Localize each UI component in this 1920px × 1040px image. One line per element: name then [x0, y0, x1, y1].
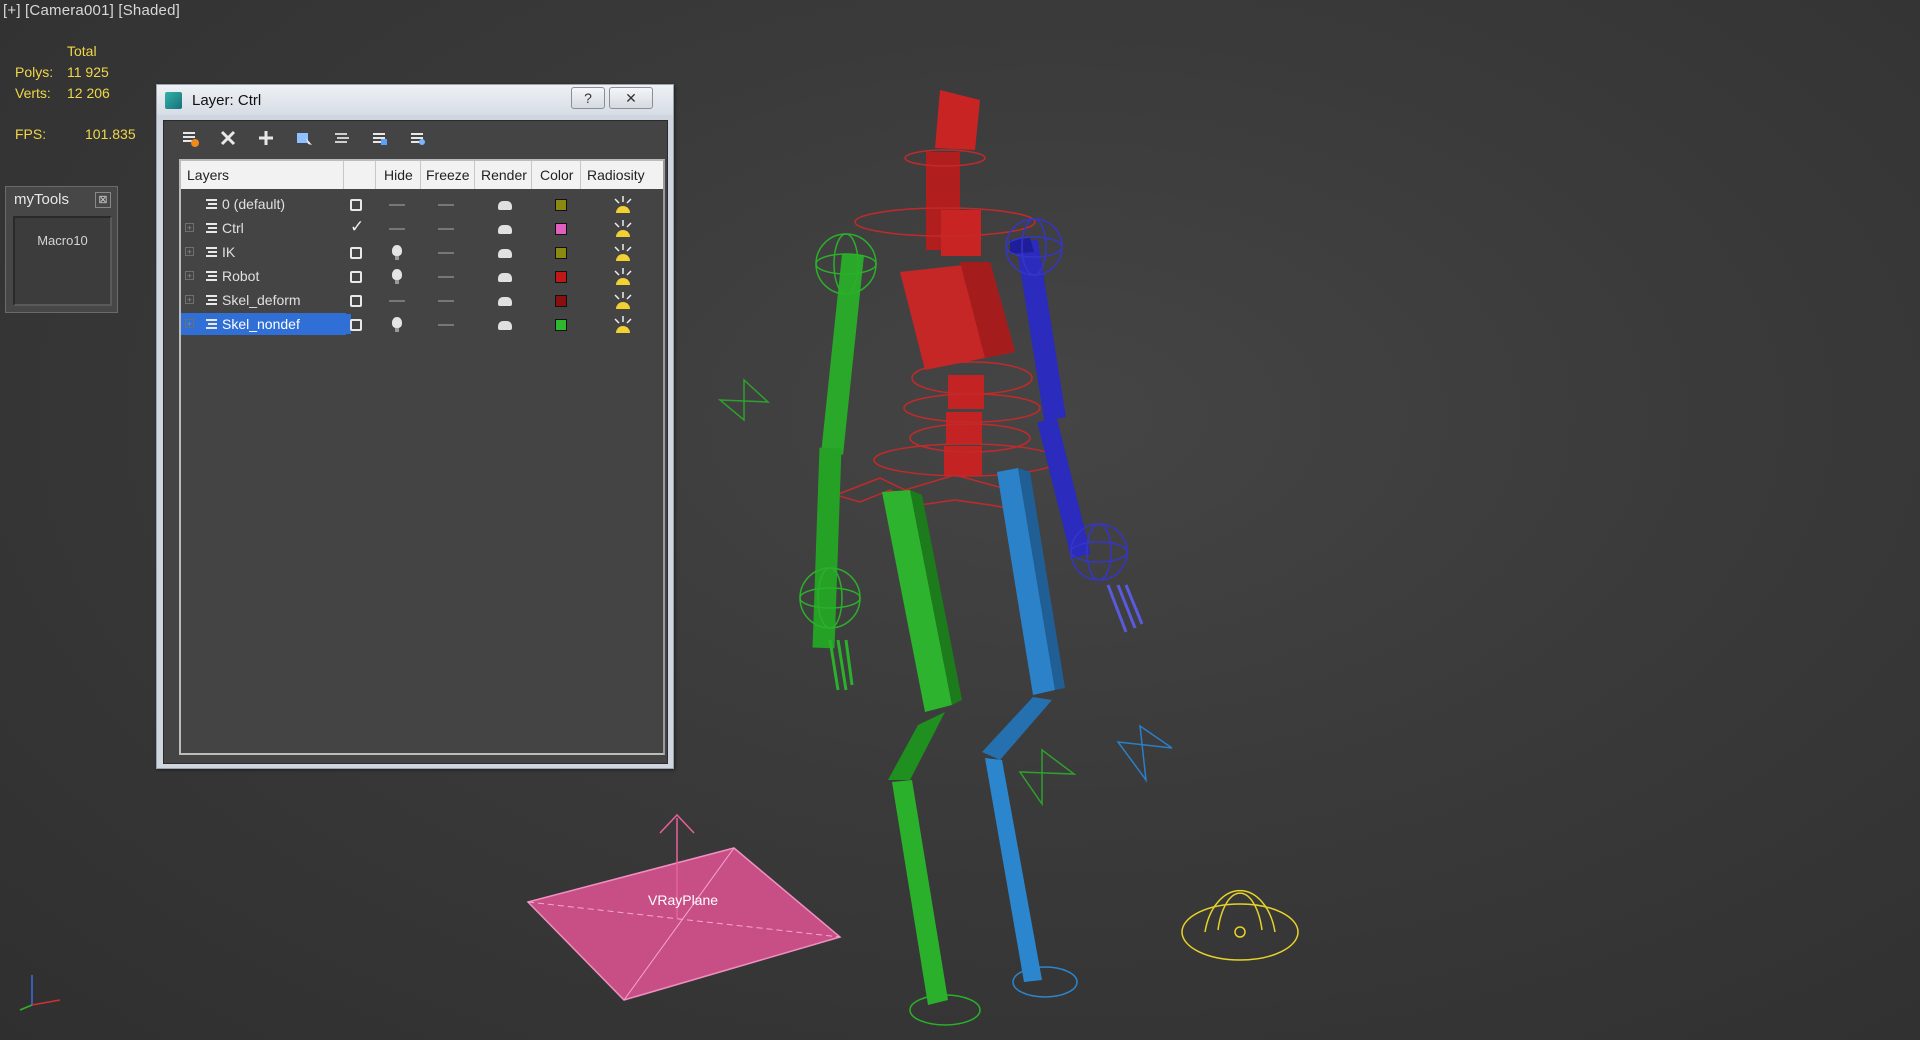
- expand-icon[interactable]: +: [185, 271, 194, 281]
- freeze-toggle[interactable]: [438, 324, 454, 326]
- close-button[interactable]: ✕: [609, 87, 653, 109]
- layer-color-swatch[interactable]: [555, 271, 567, 283]
- layer-color-swatch[interactable]: [555, 199, 567, 211]
- hide-toggle[interactable]: [389, 228, 405, 230]
- radiosity-sun-icon[interactable]: [612, 291, 634, 311]
- right-leg[interactable]: [982, 468, 1078, 998]
- radiosity-sun-icon[interactable]: [612, 219, 634, 239]
- layer-list-header: Layers Hide Freeze Render Color Radiosit…: [181, 161, 663, 189]
- render-teapot-icon[interactable]: [498, 297, 512, 306]
- layer-name[interactable]: 0 (default): [222, 196, 285, 212]
- light-dome-helper[interactable]: [1181, 889, 1299, 961]
- radiosity-sun-icon[interactable]: [612, 315, 634, 335]
- layer-color-swatch[interactable]: [555, 223, 567, 235]
- col-freeze[interactable]: Freeze: [426, 167, 470, 183]
- layer-name[interactable]: IK: [222, 244, 235, 260]
- layer-color-swatch[interactable]: [555, 319, 567, 331]
- mytools-panel[interactable]: myTools ⊠ Macro10: [5, 186, 118, 313]
- layer-dialog-body: Layers Hide Freeze Render Color Radiosit…: [163, 120, 668, 764]
- radiosity-sun-icon[interactable]: [612, 243, 634, 263]
- layer-row[interactable]: + Ctrl ✓: [181, 217, 659, 241]
- active-layer-checkbox[interactable]: [350, 247, 362, 259]
- layer-row[interactable]: + Skel_deform: [181, 289, 659, 313]
- layer-icon: [206, 271, 217, 281]
- active-layer-check-icon[interactable]: ✓: [350, 217, 364, 237]
- layer-name[interactable]: Robot: [222, 268, 259, 284]
- layer-manager-dialog[interactable]: Layer: Ctrl ? ✕ Layers Hide Freeze Rende…: [156, 84, 674, 769]
- hide-bulb-icon[interactable]: [392, 245, 402, 260]
- col-color[interactable]: Color: [540, 167, 573, 183]
- active-layer-checkbox[interactable]: [350, 271, 362, 283]
- expand-icon[interactable]: +: [185, 319, 194, 329]
- freeze-toggle[interactable]: [438, 252, 454, 254]
- axis-tripod: [19, 975, 61, 1011]
- layer-icon: [206, 319, 217, 329]
- freeze-toggle[interactable]: [438, 204, 454, 206]
- layer-icon: [206, 199, 217, 209]
- col-hide[interactable]: Hide: [384, 167, 413, 183]
- vray-plane-label: VRayPlane: [648, 892, 719, 908]
- highlight-layer-icon[interactable]: [330, 126, 354, 150]
- render-teapot-icon[interactable]: [498, 225, 512, 234]
- radiosity-sun-icon[interactable]: [612, 195, 634, 215]
- freeze-all-icon[interactable]: [406, 126, 430, 150]
- layer-icon: [206, 247, 217, 257]
- help-button[interactable]: ?: [571, 87, 605, 109]
- mytools-close-button[interactable]: ⊠: [95, 192, 111, 208]
- macro10-button[interactable]: Macro10: [13, 216, 112, 306]
- radiosity-sun-icon[interactable]: [612, 267, 634, 287]
- layer-name[interactable]: Skel_nondef: [218, 314, 351, 334]
- layer-icon: [206, 223, 217, 233]
- active-layer-checkbox[interactable]: [350, 295, 362, 307]
- add-to-layer-icon[interactable]: [254, 126, 278, 150]
- layer-row[interactable]: + Skel_nondef: [181, 313, 659, 337]
- render-teapot-icon[interactable]: [498, 201, 512, 210]
- app-icon: [165, 92, 182, 109]
- layer-list[interactable]: Layers Hide Freeze Render Color Radiosit…: [179, 159, 665, 755]
- col-render[interactable]: Render: [481, 167, 527, 183]
- delete-layer-icon[interactable]: [216, 126, 240, 150]
- hide-toggle[interactable]: [389, 204, 405, 206]
- freeze-toggle[interactable]: [438, 300, 454, 302]
- expand-icon[interactable]: +: [185, 295, 194, 305]
- layer-icon: [206, 295, 217, 305]
- expand-icon[interactable]: +: [185, 247, 194, 257]
- layer-color-swatch[interactable]: [555, 247, 567, 259]
- hide-all-icon[interactable]: [368, 126, 392, 150]
- freeze-toggle[interactable]: [438, 228, 454, 230]
- render-teapot-icon[interactable]: [498, 321, 512, 330]
- create-new-layer-icon[interactable]: [178, 126, 202, 150]
- expand-icon[interactable]: +: [185, 223, 194, 233]
- active-layer-checkbox[interactable]: [350, 199, 362, 211]
- mytools-title: myTools: [14, 191, 70, 208]
- col-radiosity[interactable]: Radiosity: [587, 167, 645, 183]
- freeze-toggle[interactable]: [438, 276, 454, 278]
- active-layer-checkbox[interactable]: [350, 319, 362, 331]
- layer-toolbar: [164, 121, 667, 154]
- col-layers[interactable]: Layers: [187, 167, 229, 183]
- hide-bulb-icon[interactable]: [392, 269, 402, 284]
- layer-dialog-title: Layer: Ctrl: [192, 92, 262, 109]
- layer-row[interactable]: 0 (default): [181, 193, 659, 217]
- layer-name[interactable]: Skel_deform: [222, 292, 301, 308]
- select-in-layer-icon[interactable]: [292, 126, 316, 150]
- render-teapot-icon[interactable]: [498, 249, 512, 258]
- layer-row[interactable]: + IK: [181, 241, 659, 265]
- hide-toggle[interactable]: [389, 300, 405, 302]
- layer-dialog-titlebar[interactable]: Layer: Ctrl ? ✕: [157, 85, 673, 115]
- layer-name[interactable]: Ctrl: [222, 220, 244, 236]
- layer-color-swatch[interactable]: [555, 295, 567, 307]
- layer-row[interactable]: + Robot: [181, 265, 659, 289]
- hide-bulb-icon[interactable]: [392, 317, 402, 332]
- spine-rig[interactable]: [833, 90, 1059, 511]
- render-teapot-icon[interactable]: [498, 273, 512, 282]
